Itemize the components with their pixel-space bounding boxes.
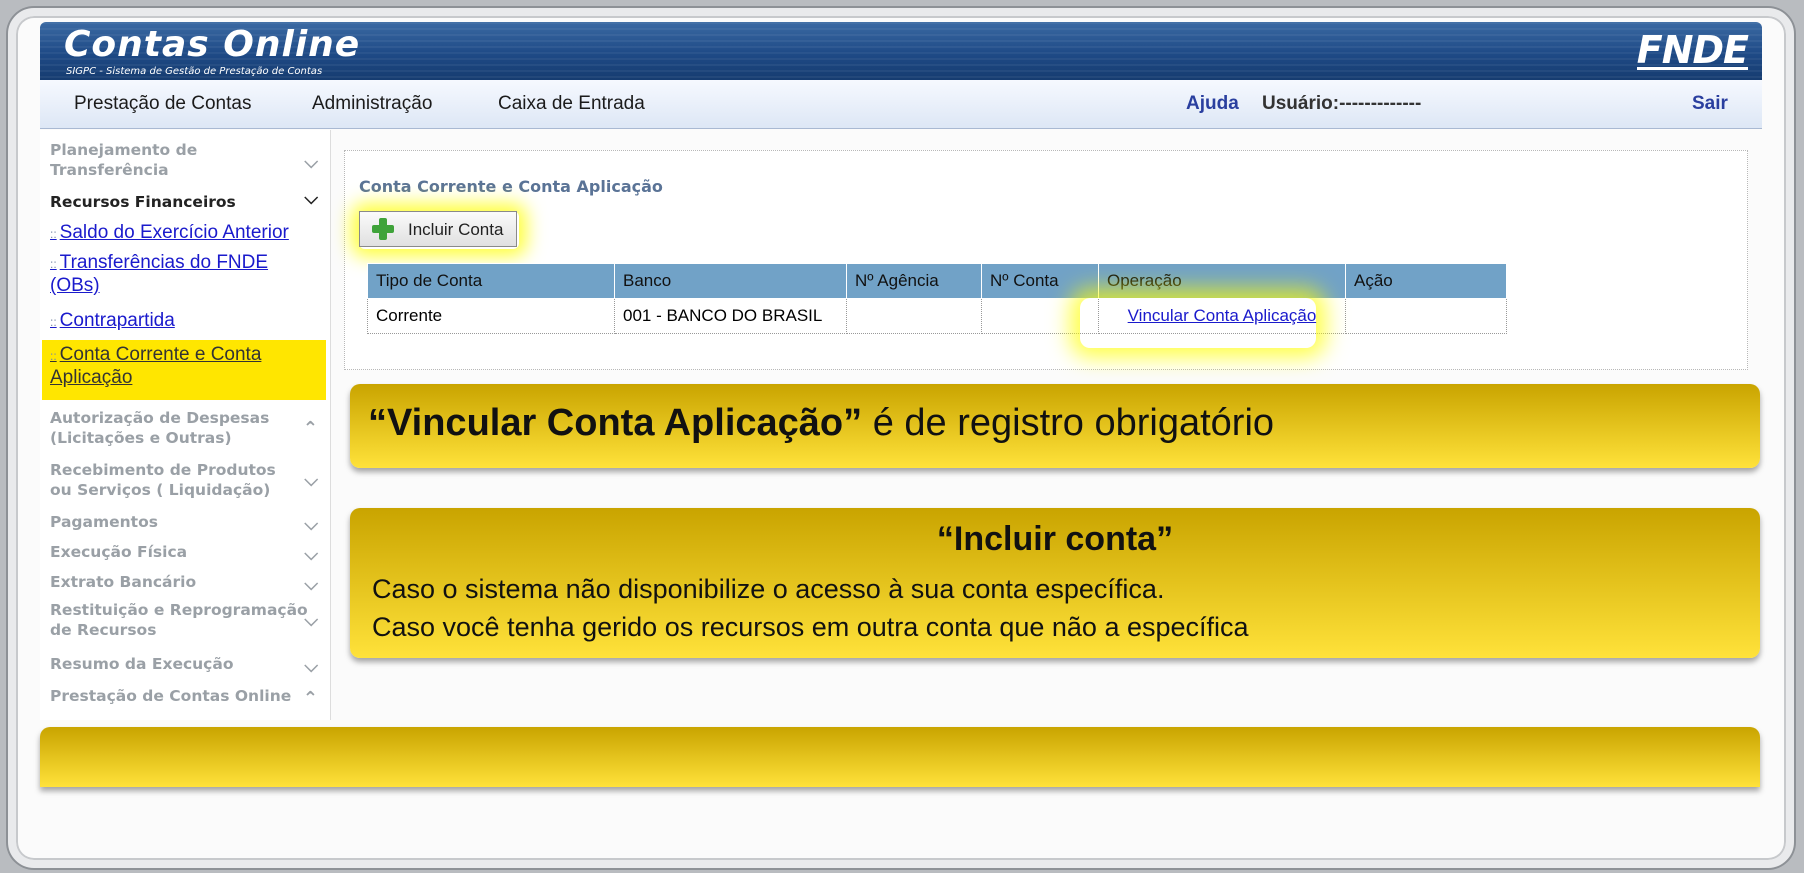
sidebar-section-planejamento[interactable]: Planejamento de Transferência ⌵: [50, 140, 328, 180]
callout-incluir: “Incluir conta” Caso o sistema não dispo…: [350, 508, 1760, 658]
app-subtitle: SIGPC - Sistema de Gestão de Prestação d…: [66, 66, 323, 77]
bullet-icon: ::: [50, 227, 57, 241]
sidebar-section-prestacao-online[interactable]: Prestação de Contas Online ⌃: [50, 686, 328, 709]
app-title: Contas Online: [64, 24, 361, 65]
app-header: Contas Online SIGPC - Sistema de Gestão …: [40, 22, 1762, 80]
top-menu: Prestação de Contas Administração Caixa …: [40, 80, 1762, 129]
chevron-double-down-icon[interactable]: ⌵: [304, 656, 318, 677]
cell-tipo: Corrente: [367, 298, 615, 334]
col-banco: Banco: [614, 263, 847, 299]
sidebar-section-pagamentos[interactable]: Pagamentos ⌵: [50, 512, 328, 535]
chevron-double-down-icon[interactable]: ⌵: [304, 514, 318, 535]
callout-bottom: [40, 727, 1760, 787]
col-agencia: Nº Agência: [846, 263, 982, 299]
bullet-icon: ::: [50, 349, 57, 363]
callout-incluir-line2: Caso você tenha gerido os recursos em ou…: [372, 612, 1249, 642]
col-tipo-conta: Tipo de Conta: [367, 263, 615, 299]
cell-banco: 001 - BANCO DO BRASIL: [614, 298, 847, 334]
callout-vincular-text: é de registro obrigatório: [862, 402, 1275, 444]
chevron-double-down-icon[interactable]: ⌵: [304, 470, 318, 491]
col-operacao: Operação: [1098, 263, 1346, 299]
help-link[interactable]: Ajuda: [1186, 93, 1239, 115]
chevron-double-up-icon[interactable]: ⌃: [303, 418, 318, 439]
bullet-icon: ::: [50, 315, 57, 329]
sidebar-item-saldo-exercicio-anterior[interactable]: :: Saldo do Exercício Anterior: [50, 222, 289, 245]
vincular-conta-aplicacao-link[interactable]: Vincular Conta Aplicação: [1128, 306, 1317, 325]
cell-acao: [1345, 298, 1507, 334]
bullet-icon: ::: [50, 257, 57, 271]
sidebar-section-extrato-bancario[interactable]: Extrato Bancário ⌵: [50, 572, 328, 595]
plus-icon: [372, 218, 394, 240]
cell-operacao: Vincular Conta Aplicação: [1098, 298, 1346, 334]
sidebar-section-restituicao[interactable]: Restituição e Reprogramação de Recursos …: [50, 600, 328, 640]
callout-incluir-line1: Caso o sistema não disponibilize o acess…: [372, 574, 1165, 604]
sidebar-section-execucao-fisica[interactable]: Execução Física ⌵: [50, 542, 328, 565]
col-acao: Ação: [1345, 263, 1507, 299]
menu-caixa-de-entrada[interactable]: Caixa de Entrada: [498, 93, 645, 115]
sidebar-section-recebimento-produtos[interactable]: Recebimento de Produtos ou Serviços ( Li…: [50, 460, 328, 500]
sidebar-item-conta-corrente-aplicacao[interactable]: :: Conta Corrente e Conta Aplicação: [42, 340, 326, 400]
user-label: Usuário:-------------: [1262, 93, 1422, 114]
table-row: Corrente 001 - BANCO DO BRASIL Vincular …: [367, 298, 1507, 334]
sidebar-item-transferencias-fnde[interactable]: :: Transferências do FNDE (OBs): [50, 252, 270, 297]
fnde-logo: FNDE: [1636, 28, 1749, 72]
chevron-double-down-icon[interactable]: ⌵: [304, 188, 318, 209]
content-panel: Conta Corrente e Conta Aplicação Incluir…: [344, 150, 1748, 370]
sidebar-section-resumo-execucao[interactable]: Resumo da Execução ⌵: [50, 654, 328, 677]
menu-prestacao-de-contas[interactable]: Prestação de Contas: [74, 93, 251, 115]
incluir-conta-button[interactable]: Incluir Conta: [359, 211, 517, 247]
page-title: Conta Corrente e Conta Aplicação: [359, 177, 663, 196]
sidebar-section-recursos-financeiros[interactable]: Recursos Financeiros ⌵: [50, 188, 328, 212]
callout-incluir-title: “Incluir conta”: [936, 520, 1174, 558]
callout-vincular-emphasis: “Vincular Conta Aplicação”: [368, 402, 863, 444]
logout-link[interactable]: Sair: [1692, 93, 1728, 115]
chevron-double-down-icon[interactable]: ⌵: [304, 544, 318, 565]
chevron-double-down-icon[interactable]: ⌵: [304, 152, 318, 173]
sidebar-section-autorizacao-despesas[interactable]: Autorização de Despesas (Licitações e Ou…: [50, 408, 328, 448]
table-header-row: Tipo de Conta Banco Nº Agência Nº Conta …: [367, 263, 1507, 299]
add-button-highlight: Incluir Conta: [359, 211, 519, 249]
chevron-double-down-icon[interactable]: ⌵: [304, 610, 318, 631]
cell-agencia: [846, 298, 982, 334]
accounts-table: Tipo de Conta Banco Nº Agência Nº Conta …: [367, 263, 1507, 334]
chevron-double-up-icon[interactable]: ⌃: [303, 688, 318, 709]
menu-administracao[interactable]: Administração: [312, 93, 432, 115]
chevron-double-down-icon[interactable]: ⌵: [304, 574, 318, 595]
sidebar: Planejamento de Transferência ⌵ Recursos…: [40, 130, 331, 720]
col-conta: Nº Conta: [981, 263, 1099, 299]
callout-vincular: “Vincular Conta Aplicação” é de registro…: [350, 384, 1760, 468]
sidebar-item-contrapartida[interactable]: :: Contrapartida: [50, 310, 175, 333]
cell-conta: [981, 298, 1099, 334]
